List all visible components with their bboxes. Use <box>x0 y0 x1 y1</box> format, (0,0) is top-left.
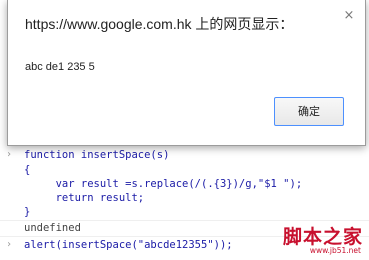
console-line: } <box>0 205 369 219</box>
alert-dialog: https://www.google.com.hk 上的网页显示： × abc … <box>7 0 366 146</box>
console-line-text: function insertSpace(s) <box>24 149 170 161</box>
console-line-text: var result =s.replace(/(.{3})/g,"$1 "); <box>24 178 303 190</box>
dialog-title: https://www.google.com.hk 上的网页显示： <box>25 16 294 32</box>
console-line-text: } <box>24 206 31 218</box>
console-line-text: return result; <box>24 192 145 204</box>
console-line: return result; <box>0 191 369 205</box>
watermark: 脚本之家 www.jb51.net <box>265 222 365 258</box>
console-line: › function insertSpace(s) <box>0 148 369 162</box>
console-line: { <box>0 163 369 177</box>
ok-button[interactable]: 确定 <box>274 97 344 126</box>
prompt-icon: › <box>6 239 13 250</box>
prompt-icon: › <box>6 149 13 160</box>
console-line-text: alert(insertSpace("abcde12355")); <box>24 239 233 251</box>
dialog-message: abc de1 235 5 <box>25 61 95 73</box>
console-line: var result =s.replace(/(.{3})/g,"$1 "); <box>0 177 369 191</box>
watermark-title: 脚本之家 <box>282 226 363 248</box>
console-line-text: { <box>24 164 31 176</box>
console-output-text: undefined <box>24 222 81 234</box>
watermark-url: www.jb51.net <box>309 246 361 255</box>
close-icon[interactable]: × <box>342 9 356 23</box>
